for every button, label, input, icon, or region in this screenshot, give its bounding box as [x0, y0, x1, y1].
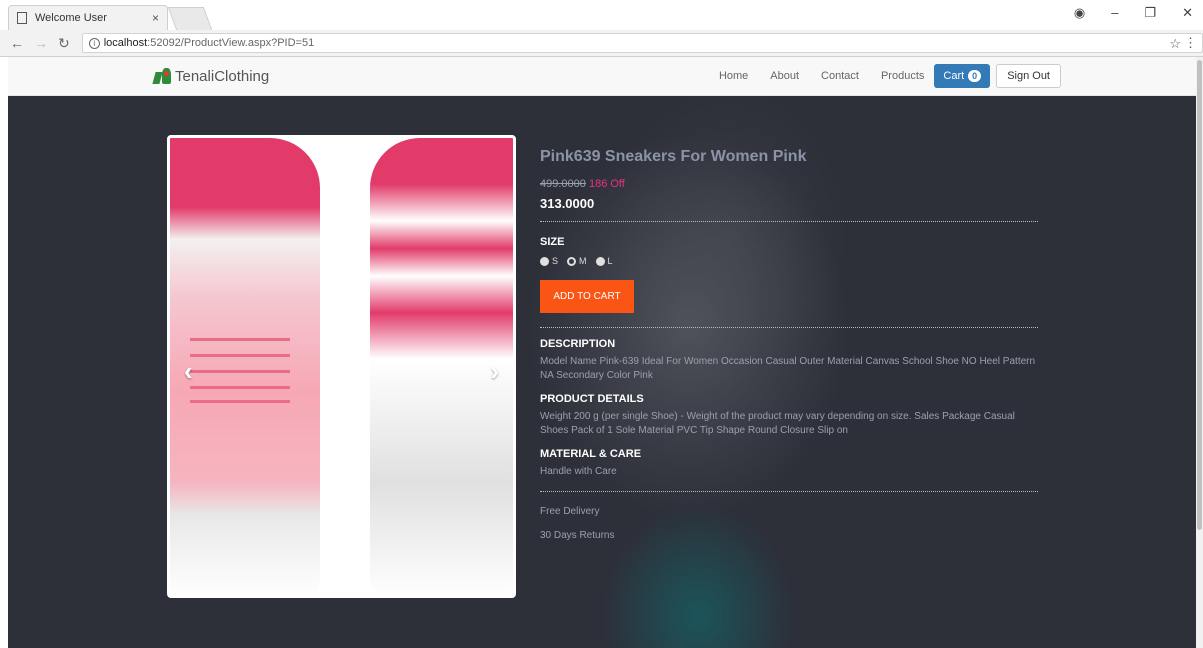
- nav-contact[interactable]: Contact: [821, 70, 859, 82]
- size-option-s: S: [552, 256, 559, 266]
- page-icon: [17, 12, 27, 24]
- minimize-icon[interactable]: –: [1111, 5, 1118, 21]
- close-icon[interactable]: ✕: [1182, 5, 1193, 21]
- brand[interactable]: TenaliClothing: [152, 67, 270, 85]
- scrollbar-thumb[interactable]: [1197, 60, 1202, 530]
- cart-count-badge: 0: [968, 70, 982, 82]
- returns-text: 30 Days Returns: [540, 530, 615, 541]
- discount-text: 186 Off: [588, 178, 625, 190]
- address-bar: ← → ↻ i localhost :52092/ProductView.asp…: [0, 30, 1203, 57]
- reload-icon[interactable]: ↻: [58, 35, 70, 52]
- nav-products[interactable]: Products: [881, 70, 924, 82]
- divider: [540, 221, 1038, 222]
- divider: [540, 327, 1038, 328]
- browser-titlebar: Welcome User × ◉ – ❐ ✕: [0, 0, 1203, 30]
- cart-label: Cart: [943, 70, 965, 82]
- free-delivery-text: Free Delivery: [540, 506, 600, 517]
- nav-home[interactable]: Home: [719, 70, 748, 82]
- site-navbar: TenaliClothing Home About Contact Produc…: [8, 57, 1196, 96]
- url-path: :52092/ProductView.aspx?PID=51: [147, 37, 315, 49]
- size-options: S M L: [540, 256, 1038, 266]
- forward-arrow-icon[interactable]: →: [34, 35, 48, 51]
- product-carousel: ‹ ›: [167, 135, 516, 598]
- signout-button[interactable]: Sign Out: [996, 64, 1061, 88]
- material-care-heading: MATERIAL & CARE: [540, 448, 642, 460]
- description-text: Model Name Pink-639 Ideal For Women Occa…: [540, 356, 1036, 381]
- current-price: 313.0000: [540, 196, 595, 211]
- product-details-heading: PRODUCT DETAILS: [540, 393, 644, 405]
- add-to-cart-button[interactable]: ADD TO CART: [540, 280, 634, 313]
- back-arrow-icon[interactable]: ←: [10, 35, 24, 51]
- brand-name: TenaliClothing: [175, 67, 270, 85]
- material-care-text: Handle with Care: [540, 466, 617, 477]
- divider: [540, 491, 1038, 492]
- nav-about[interactable]: About: [770, 70, 799, 82]
- price-row: 499.0000 186 Off: [540, 178, 1038, 190]
- size-radio-m[interactable]: [567, 256, 577, 266]
- description-heading: DESCRIPTION: [540, 338, 616, 350]
- product-title: Pink639 Sneakers For Women Pink: [540, 148, 807, 165]
- carousel-next-icon[interactable]: ›: [490, 356, 499, 387]
- old-price: 499.0000: [540, 178, 586, 190]
- star-icon[interactable]: ☆: [1169, 36, 1181, 52]
- tab-title: Welcome User: [35, 12, 107, 24]
- window-controls: ◉ – ❐ ✕: [1074, 5, 1193, 21]
- url-input[interactable]: i localhost :52092/ProductView.aspx?PID=…: [81, 33, 1203, 53]
- size-label: SIZE: [540, 236, 565, 248]
- new-tab-button[interactable]: [167, 7, 213, 30]
- size-radio-l[interactable]: [595, 256, 605, 266]
- size-option-l: L: [607, 256, 613, 266]
- product-details: Pink639 Sneakers For Women Pink 499.0000…: [540, 148, 1038, 541]
- product-details-text: Weight 200 g (per single Shoe) - Weight …: [540, 411, 1015, 436]
- size-option-m: M: [579, 256, 587, 266]
- maximize-icon[interactable]: ❐: [1144, 5, 1156, 21]
- menu-icon[interactable]: ⋮: [1184, 35, 1197, 51]
- info-icon[interactable]: i: [88, 37, 100, 49]
- profile-icon[interactable]: ◉: [1074, 5, 1085, 21]
- browser-tab[interactable]: Welcome User ×: [8, 5, 168, 30]
- cart-button[interactable]: Cart 0: [934, 64, 991, 88]
- carousel-prev-icon[interactable]: ‹: [184, 356, 193, 387]
- nav-links: Home About Contact Products Cart 0 Sign …: [719, 64, 1061, 88]
- tab-close-icon[interactable]: ×: [152, 11, 159, 25]
- product-hero: ‹ › Pink639 Sneakers For Women Pink 499.…: [8, 96, 1196, 648]
- logo-icon: [152, 67, 172, 85]
- size-radio-s[interactable]: [540, 256, 549, 266]
- url-host: localhost: [103, 37, 148, 49]
